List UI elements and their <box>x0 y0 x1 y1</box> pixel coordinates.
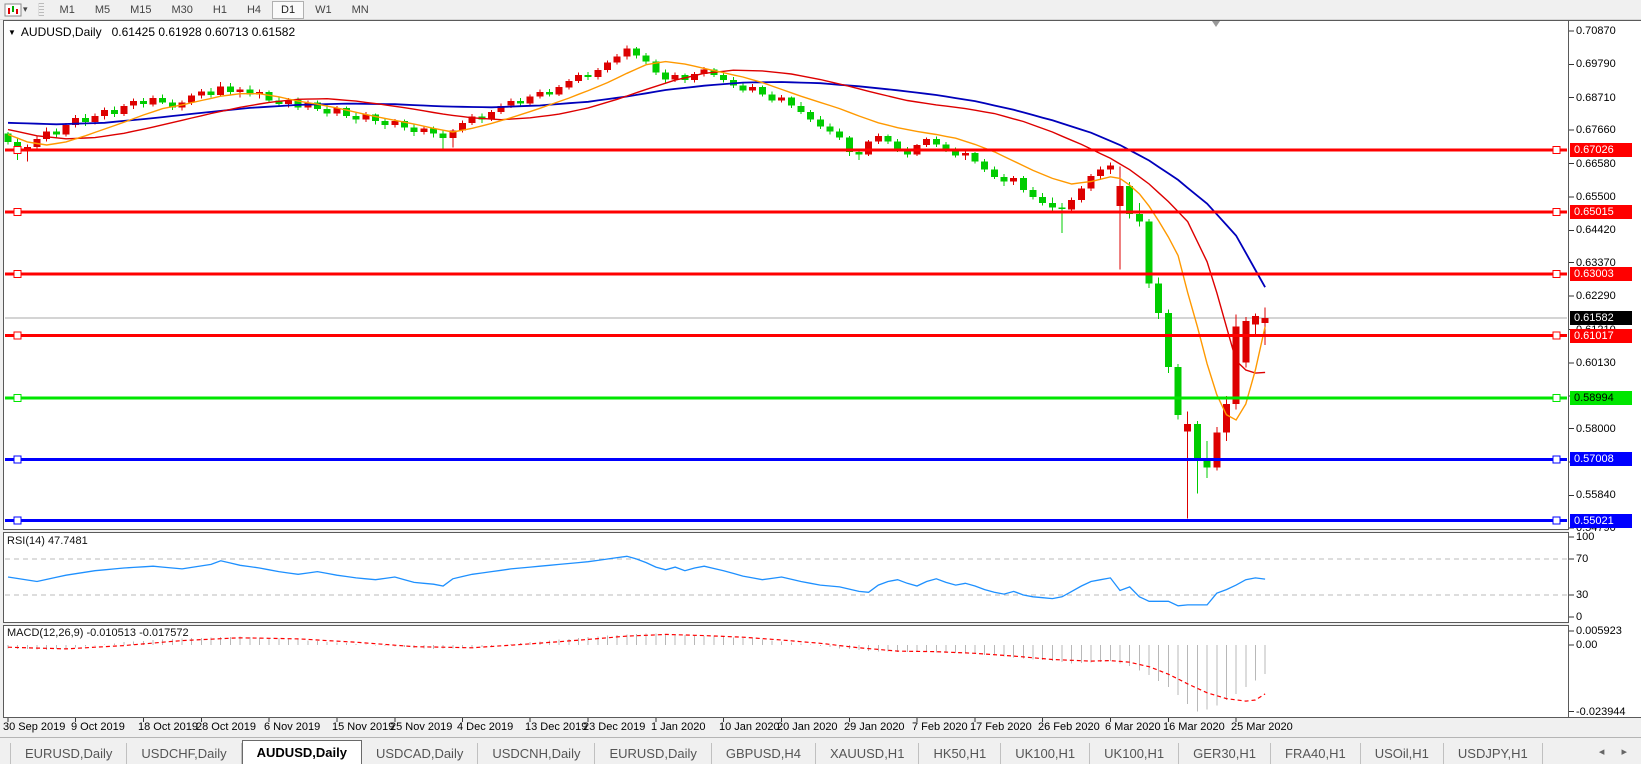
chart-tab-gbpusd-h4[interactable]: GBPUSD,H4 <box>712 743 816 764</box>
price-tick-label: 0.62290 <box>1576 290 1616 302</box>
date-label: 26 Feb 2020 <box>1038 721 1100 733</box>
date-label: 16 Mar 2020 <box>1163 721 1225 733</box>
chart-tab-hk50-h1[interactable]: HK50,H1 <box>919 743 1001 764</box>
macd-tick-label: 0.005923 <box>1576 625 1622 637</box>
rsi-tick-label: 30 <box>1576 589 1588 601</box>
toolbar-grip-handle[interactable] <box>38 3 44 16</box>
date-label: 1 Jan 2020 <box>651 721 705 733</box>
chart-title: ▼ AUDUSD,Daily 0.61425 0.61928 0.60713 0.6… <box>8 25 295 39</box>
collapse-triangle-icon[interactable]: ▼ <box>8 28 16 37</box>
timeframe-button-h1[interactable]: H1 <box>204 1 236 19</box>
date-label: 25 Nov 2019 <box>390 721 452 733</box>
macd-panel[interactable] <box>3 625 1569 718</box>
date-label: 23 Dec 2019 <box>583 721 645 733</box>
date-label: 30 Sep 2019 <box>3 721 65 733</box>
chevron-down-icon[interactable]: ▾ <box>23 4 28 15</box>
price-tick-label: 0.58000 <box>1576 423 1616 435</box>
timeframe-button-m1[interactable]: M1 <box>51 1 84 19</box>
chart-tab-usoil-h1[interactable]: USOil,H1 <box>1361 743 1444 764</box>
chart-tab-uk100-h1[interactable]: UK100,H1 <box>1001 743 1090 764</box>
rsi-header: RSI(14) 47.7481 <box>7 535 88 547</box>
price-tick-label: 0.60130 <box>1576 357 1616 369</box>
timeframe-button-m30[interactable]: M30 <box>163 1 202 19</box>
rsi-panel[interactable] <box>3 532 1569 623</box>
hline-price-label[interactable]: 0.61017 <box>1570 329 1632 343</box>
toolbar: ▾ M1M5M15M30H1H4D1W1MN <box>0 0 1641 20</box>
timeframe-button-d1[interactable]: D1 <box>272 1 304 19</box>
date-label: 29 Jan 2020 <box>844 721 905 733</box>
price-tick-label: 0.70870 <box>1576 25 1616 37</box>
current-price-label: 0.61582 <box>1570 311 1632 325</box>
date-label: 7 Feb 2020 <box>912 721 968 733</box>
tab-scroll-left-icon[interactable]: ◂ <box>1599 746 1605 758</box>
timeframe-button-mn[interactable]: MN <box>343 1 378 19</box>
chart-tab-list: EURUSD,DailyUSDCHF,DailyAUDUSD,DailyUSDC… <box>10 741 1543 764</box>
timeframe-button-h4[interactable]: H4 <box>238 1 270 19</box>
price-tick-label: 0.69790 <box>1576 58 1616 70</box>
date-label: 10 Jan 2020 <box>719 721 780 733</box>
chart-shift-marker[interactable] <box>1212 21 1220 27</box>
hline-price-label[interactable]: 0.55021 <box>1570 514 1632 528</box>
macd-tick-label: 0.00 <box>1576 639 1597 651</box>
hline-price-label[interactable]: 0.67026 <box>1570 143 1632 157</box>
hline-price-label[interactable]: 0.57008 <box>1570 452 1632 466</box>
chart-tab-usdjpy-h1[interactable]: USDJPY,H1 <box>1444 743 1543 764</box>
timeframe-button-group: M1M5M15M30H1H4D1W1MN <box>50 1 379 19</box>
tab-scroll-right-icon[interactable]: ▸ <box>1621 746 1627 758</box>
main-chart-panel[interactable] <box>3 20 1569 530</box>
timeframe-button-w1[interactable]: W1 <box>306 1 341 19</box>
price-tick-label: 0.55840 <box>1576 489 1616 501</box>
date-label: 6 Mar 2020 <box>1105 721 1161 733</box>
chart-tab-uk100-h1[interactable]: UK100,H1 <box>1090 743 1179 764</box>
timeframe-button-m15[interactable]: M15 <box>121 1 160 19</box>
date-label: 17 Feb 2020 <box>970 721 1032 733</box>
chart-tab-eurusd-daily[interactable]: EURUSD,Daily <box>595 743 711 764</box>
date-label: 15 Nov 2019 <box>332 721 394 733</box>
chart-title-symbol: AUDUSD,Daily <box>21 25 102 39</box>
hline-price-label[interactable]: 0.63003 <box>1570 267 1632 281</box>
hline-price-label[interactable]: 0.65015 <box>1570 205 1632 219</box>
price-tick-label: 0.65500 <box>1576 191 1616 203</box>
price-tick-label: 0.64420 <box>1576 224 1616 236</box>
date-label: 9 Oct 2019 <box>71 721 125 733</box>
chart-tab-bar: EURUSD,DailyUSDCHF,DailyAUDUSD,DailyUSDC… <box>0 737 1641 764</box>
chart-tab-ger30-h1[interactable]: GER30,H1 <box>1179 743 1271 764</box>
timeframe-button-m5[interactable]: M5 <box>86 1 119 19</box>
date-label: 25 Mar 2020 <box>1231 721 1293 733</box>
rsi-tick-label: 0 <box>1576 611 1582 623</box>
price-tick-label: 0.66580 <box>1576 158 1616 170</box>
chart-tab-eurusd-daily[interactable]: EURUSD,Daily <box>10 743 127 764</box>
chart-title-ohlc: 0.61425 0.61928 0.60713 0.61582 <box>112 25 296 39</box>
date-label: 6 Nov 2019 <box>264 721 320 733</box>
date-label: 4 Dec 2019 <box>457 721 513 733</box>
chart-tab-audusd-daily[interactable]: AUDUSD,Daily <box>242 740 362 764</box>
rsi-tick-label: 70 <box>1576 553 1588 565</box>
price-tick-label: 0.68710 <box>1576 92 1616 104</box>
tab-scroll-arrows: ◂ ▸ <box>1585 745 1627 758</box>
chart-tab-usdcad-daily[interactable]: USDCAD,Daily <box>362 743 478 764</box>
chart-icon[interactable] <box>4 3 22 17</box>
date-label: 28 Oct 2019 <box>196 721 256 733</box>
macd-header: MACD(12,26,9) -0.010513 -0.017572 <box>7 627 189 639</box>
price-tick-label: 0.67660 <box>1576 124 1616 136</box>
chart-tab-xauusd-h1[interactable]: XAUUSD,H1 <box>816 743 919 764</box>
macd-tick-label: -0.023944 <box>1576 706 1626 718</box>
chart-tab-fra40-h1[interactable]: FRA40,H1 <box>1271 743 1361 764</box>
date-label: 13 Dec 2019 <box>525 721 587 733</box>
chart-tab-usdcnh-daily[interactable]: USDCNH,Daily <box>478 743 595 764</box>
chart-tab-usdchf-daily[interactable]: USDCHF,Daily <box>127 743 241 764</box>
hline-price-label[interactable]: 0.58994 <box>1570 391 1632 405</box>
date-label: 18 Oct 2019 <box>138 721 198 733</box>
rsi-tick-label: 100 <box>1576 531 1594 543</box>
date-label: 20 Jan 2020 <box>777 721 838 733</box>
